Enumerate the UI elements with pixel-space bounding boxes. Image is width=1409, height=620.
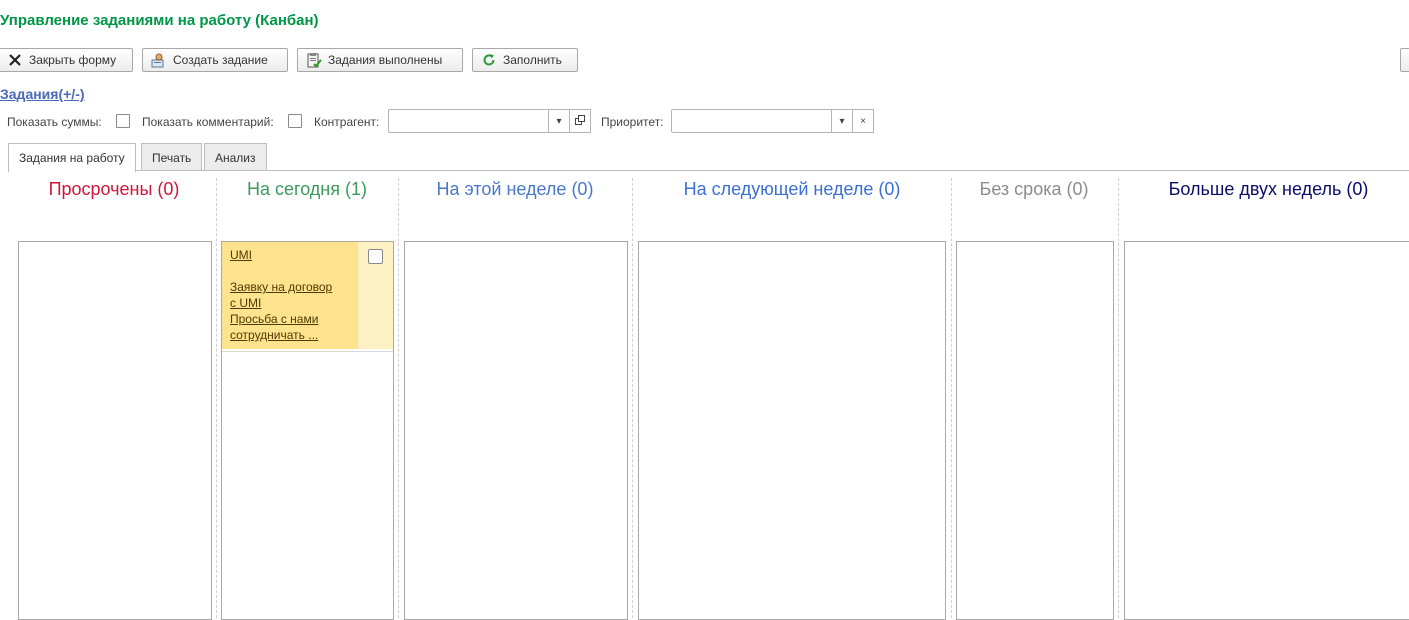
priority-dropdown-button[interactable]: ▾	[831, 109, 853, 133]
task-card[interactable]: UMI Заявку на договор с UMI Просьба с на…	[222, 242, 358, 349]
task-description-line[interactable]: Просьба с нами	[230, 311, 350, 327]
show-sums-label: Показать суммы:	[7, 115, 102, 129]
task-done-checkbox[interactable]	[368, 249, 383, 264]
priority-clear-button[interactable]: ×	[852, 109, 874, 133]
tab-work-tasks[interactable]: Задания на работу	[8, 143, 136, 172]
counterparty-label: Контрагент:	[314, 115, 380, 129]
show-comment-checkbox[interactable]	[288, 114, 302, 128]
clipboard-check-icon	[306, 52, 322, 68]
column-title-next-week: На следующей неделе (0)	[683, 179, 901, 199]
counterparty-dropdown-button[interactable]: ▾	[548, 109, 570, 133]
task-title-line[interactable]: с UMI	[230, 295, 350, 311]
column-list-no-deadline[interactable]	[956, 241, 1114, 620]
create-task-button[interactable]: Создать задание	[142, 48, 288, 72]
column-separator	[216, 178, 217, 618]
more-actions-button[interactable]	[1400, 48, 1409, 72]
priority-label: Приоритет:	[601, 115, 664, 129]
column-list-this-week[interactable]	[404, 241, 628, 620]
column-title-overdue: Просрочены (0)	[48, 179, 180, 199]
card-divider	[222, 351, 393, 352]
clear-icon: ×	[860, 115, 866, 127]
column-separator	[1118, 178, 1119, 618]
tasks-done-label: Задания выполнены	[328, 53, 443, 67]
column-separator	[632, 178, 633, 618]
column-list-overdue[interactable]	[18, 241, 212, 620]
create-task-label: Создать задание	[173, 53, 268, 67]
open-icon	[575, 114, 585, 128]
tasks-done-button[interactable]: Задания выполнены	[297, 48, 463, 72]
form-title: Управление заданиями на работу (Канбан)	[0, 12, 319, 29]
tab-strip-border	[8, 170, 1409, 171]
column-separator	[398, 178, 399, 618]
task-card-spacer	[230, 263, 350, 279]
show-comment-label: Показать комментарий:	[142, 115, 274, 129]
tab-analysis[interactable]: Анализ	[204, 143, 267, 171]
close-form-button[interactable]: Закрыть форму	[0, 48, 133, 72]
column-separator	[951, 178, 952, 618]
column-list-next-week[interactable]	[638, 241, 946, 620]
column-title-no-deadline: Без срока (0)	[979, 179, 1089, 199]
chevron-down-icon: ▾	[839, 115, 845, 127]
close-form-label: Закрыть форму	[29, 53, 117, 67]
counterparty-input[interactable]	[388, 109, 570, 133]
column-title-over-two-weeks: Больше двух недель (0)	[1168, 179, 1369, 199]
column-list-over-two-weeks[interactable]	[1124, 241, 1409, 620]
create-task-icon	[151, 52, 167, 68]
fill-label: Заполнить	[503, 53, 562, 67]
close-icon	[7, 52, 23, 68]
refresh-icon	[481, 52, 497, 68]
task-client-link[interactable]: UMI	[230, 247, 350, 263]
priority-input[interactable]	[671, 109, 853, 133]
counterparty-open-button[interactable]	[569, 109, 591, 133]
tab-print[interactable]: Печать	[141, 143, 203, 171]
tasks-section-toggle[interactable]: Задания(+/-)	[0, 86, 85, 102]
column-title-this-week: На этой неделе (0)	[436, 179, 594, 199]
task-description-line[interactable]: сотрудничать ...	[230, 327, 350, 343]
task-title-line[interactable]: Заявку на договор	[230, 279, 350, 295]
chevron-down-icon: ▾	[556, 115, 562, 127]
show-sums-checkbox[interactable]	[116, 114, 130, 128]
column-title-today: На сегодня (1)	[247, 179, 367, 199]
fill-button[interactable]: Заполнить	[472, 48, 578, 72]
